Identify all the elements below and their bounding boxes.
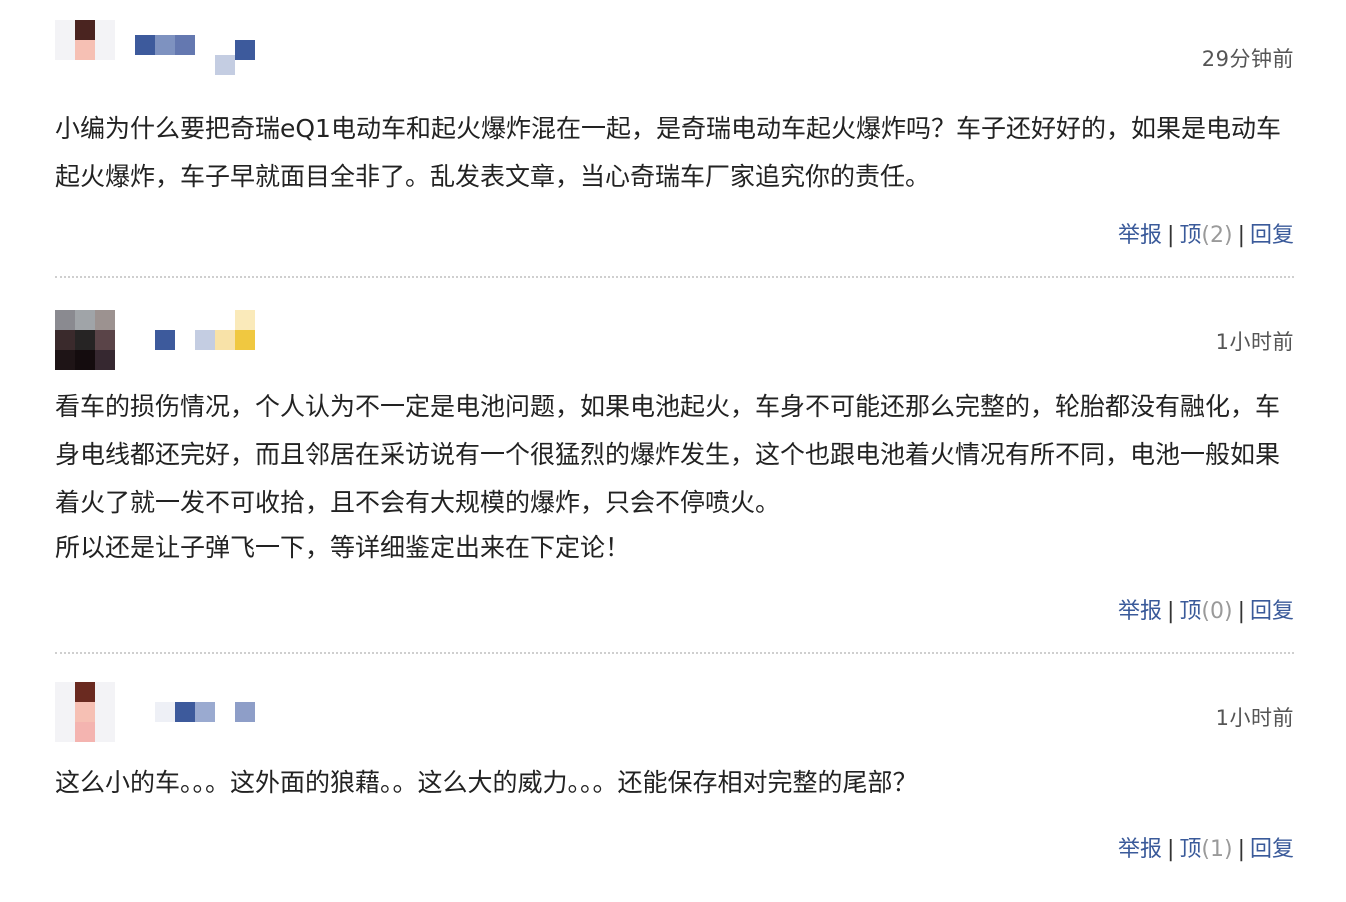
comment-header: 29分钟前	[55, 0, 1294, 95]
comment-actions: 举报 | 顶(2) | 回复	[55, 217, 1294, 261]
comment-paragraph: 这么小的车。。。这外面的狼藉。。这么大的威力。。。还能保存相对完整的尾部？	[55, 768, 918, 797]
action-separator: |	[1237, 837, 1245, 862]
upvote-count: (0)	[1201, 599, 1233, 624]
comment-actions: 举报 | 顶(0) | 回复	[55, 593, 1294, 637]
comment-item: 1小时前 看车的损伤情况，个人认为不一定是电池问题，如果电池起火，车身不可能还那…	[55, 278, 1294, 654]
action-separator: |	[1237, 599, 1245, 624]
action-separator: |	[1166, 223, 1175, 248]
upvote-button[interactable]: 顶(1)	[1179, 837, 1232, 862]
comment-header: 1小时前	[55, 654, 1294, 749]
username[interactable]	[135, 35, 260, 75]
upvote-button[interactable]: 顶(2)	[1179, 223, 1232, 248]
upvote-label: 顶	[1179, 599, 1202, 624]
comment-paragraph: 看车的损伤情况，个人认为不一定是电池问题，如果电池起火，车身不可能还那么完整的，…	[55, 392, 1281, 517]
comment-paragraph: 所以还是让子弹飞一下，等详细鉴定出来在下定论！	[55, 533, 631, 562]
comment-time: 1小时前	[1215, 330, 1294, 354]
username[interactable]	[155, 310, 260, 350]
avatar[interactable]	[55, 20, 115, 80]
comment-actions: 举报 | 顶(1) | 回复	[55, 831, 1294, 875]
action-separator: |	[1166, 837, 1175, 862]
report-button[interactable]: 举报	[1118, 599, 1162, 624]
comment-time: 1小时前	[1215, 706, 1294, 730]
upvote-count: (2)	[1201, 223, 1233, 248]
comment-list: 29分钟前 小编为什么要把奇瑞eQ1电动车和起火爆炸混在一起，是奇瑞电动车起火爆…	[55, 0, 1294, 875]
upvote-count: (1)	[1201, 837, 1233, 862]
avatar[interactable]	[55, 682, 115, 742]
upvote-label: 顶	[1179, 837, 1202, 862]
report-button[interactable]: 举报	[1118, 223, 1162, 248]
comment-text: 小编为什么要把奇瑞eQ1电动车和起火爆炸混在一起，是奇瑞电动车起火爆炸吗？车子还…	[55, 105, 1294, 201]
avatar[interactable]	[55, 310, 115, 370]
comment-text: 这么小的车。。。这外面的狼藉。。这么大的威力。。。还能保存相对完整的尾部？	[55, 759, 1294, 807]
username[interactable]	[155, 702, 260, 742]
reply-button[interactable]: 回复	[1250, 837, 1294, 862]
action-separator: |	[1237, 223, 1245, 248]
comment-item: 29分钟前 小编为什么要把奇瑞eQ1电动车和起火爆炸混在一起，是奇瑞电动车起火爆…	[55, 0, 1294, 278]
upvote-button[interactable]: 顶(0)	[1179, 599, 1232, 624]
comment-paragraph: 小编为什么要把奇瑞eQ1电动车和起火爆炸混在一起，是奇瑞电动车起火爆炸吗？车子还…	[55, 114, 1281, 191]
comment-header: 1小时前	[55, 278, 1294, 373]
comment-time: 29分钟前	[1201, 47, 1294, 71]
reply-button[interactable]: 回复	[1250, 223, 1294, 248]
comment-item: 1小时前 这么小的车。。。这外面的狼藉。。这么大的威力。。。还能保存相对完整的尾…	[55, 654, 1294, 875]
comment-text: 看车的损伤情况，个人认为不一定是电池问题，如果电池起火，车身不可能还那么完整的，…	[55, 383, 1294, 569]
report-button[interactable]: 举报	[1118, 837, 1162, 862]
upvote-label: 顶	[1179, 223, 1202, 248]
reply-button[interactable]: 回复	[1250, 599, 1294, 624]
action-separator: |	[1166, 599, 1175, 624]
